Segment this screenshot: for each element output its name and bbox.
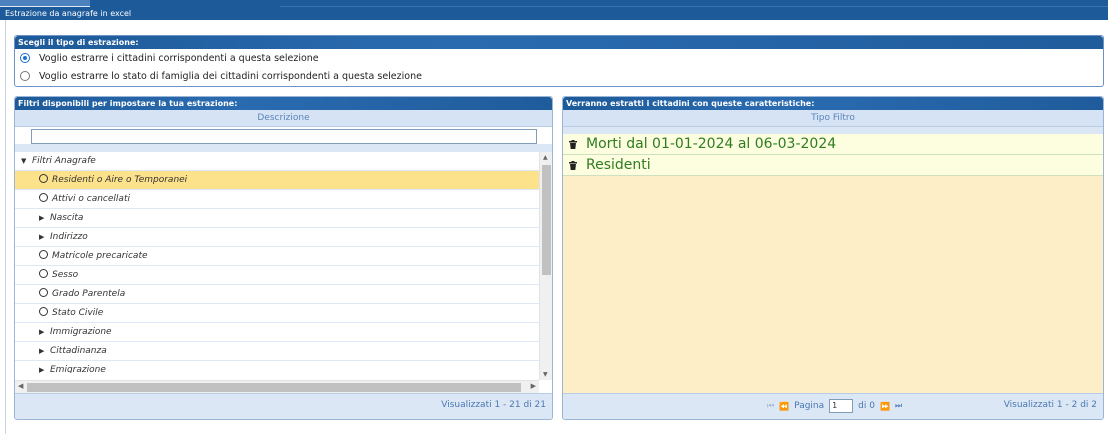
filters-tree: ▼ Filtri Anagrafe Residenti o Aire o Temp…	[15, 152, 552, 393]
caret-down-icon[interactable]: ▼	[21, 152, 29, 170]
selected-filter-label: Residenti	[586, 157, 651, 173]
horizontal-scroll-thumb[interactable]	[27, 383, 521, 392]
circle-icon	[39, 288, 48, 297]
tree-group-emigrazione[interactable]: ▶ Emigrazione	[15, 361, 539, 373]
left-border	[5, 20, 6, 434]
selected-filters-list: Morti dal 01-01-2024 al 06-03-2024 Resid…	[563, 134, 1103, 394]
extraction-type-header: Scegli il tipo di estrazione:	[15, 36, 1103, 49]
filter-row	[15, 127, 552, 144]
active-tab[interactable]	[0, 0, 90, 7]
extraction-option-family[interactable]: Voglio estrarre lo stato di famiglia dei…	[15, 67, 1103, 85]
page-of-label: di 0	[858, 401, 875, 411]
tree-item-matricole[interactable]: Matricole precaricate	[15, 247, 539, 266]
window-title: Estrazione da anagrafe in excel	[5, 9, 132, 18]
trash-icon[interactable]	[563, 139, 583, 149]
last-page-icon[interactable]: ⏭	[895, 401, 902, 411]
tipo-filtro-column-header[interactable]: Tipo Filtro	[563, 110, 1103, 127]
title-bar: Estrazione da anagrafe in excel	[0, 0, 1108, 20]
description-column-header[interactable]: Descrizione	[15, 110, 552, 127]
tree-label: Residenti o Aire o Temporanei	[52, 175, 188, 185]
caret-right-icon[interactable]: ▶	[39, 323, 47, 341]
caret-right-icon[interactable]: ▶	[39, 342, 47, 360]
next-page-icon[interactable]: ⏩	[880, 402, 890, 411]
tree-group-cittadinanza[interactable]: ▶ Cittadinanza	[15, 342, 539, 361]
scroll-left-icon[interactable]: ◀	[18, 382, 23, 390]
extraction-option-family-label: Voglio estrarre lo stato di famiglia dei…	[39, 70, 422, 82]
selected-filter-row[interactable]: Residenti	[563, 155, 1103, 176]
selected-filters-panel: Verranno estratti i cittadini con queste…	[562, 96, 1104, 420]
extraction-type-section: Scegli il tipo di estrazione: Voglio est…	[14, 35, 1104, 87]
tree-label: Matricole precaricate	[52, 251, 148, 261]
tree-label: Attivi o cancellati	[52, 194, 130, 204]
scroll-down-icon[interactable]: ▼	[543, 371, 548, 378]
vertical-scroll-thumb[interactable]	[542, 165, 551, 275]
circle-icon	[39, 193, 48, 202]
selected-filters-header: Verranno estratti i cittadini con queste…	[563, 97, 1103, 110]
tree-label: Stato Civile	[52, 308, 104, 318]
circle-icon	[39, 174, 48, 183]
tree-group-indirizzo[interactable]: ▶ Indirizzo	[15, 228, 539, 247]
tree-label: Nascita	[50, 213, 84, 223]
pager: ⏮ ⏪ Pagina 1 di 0 ⏩ ⏭	[767, 399, 902, 413]
left-footer: Visualizzati 1 - 21 di 21	[15, 393, 552, 419]
vertical-scrollbar[interactable]: ▲ ▼	[539, 152, 552, 380]
left-record-count: Visualizzati 1 - 21 di 21	[441, 400, 546, 410]
tree-item-residenti[interactable]: Residenti o Aire o Temporanei	[15, 171, 539, 190]
tree-label: Cittadinanza	[50, 346, 107, 356]
selected-filter-label: Morti dal 01-01-2024 al 06-03-2024	[586, 136, 837, 152]
radio-citizens[interactable]	[20, 53, 30, 63]
tree-label: Grado Parentela	[52, 289, 126, 299]
caret-right-icon[interactable]: ▶	[39, 209, 47, 227]
tree-list: ▼ Filtri Anagrafe Residenti o Aire o Temp…	[15, 152, 552, 373]
trash-icon[interactable]	[563, 160, 583, 170]
tree-item-stato-civile[interactable]: Stato Civile	[15, 304, 539, 323]
scroll-up-icon[interactable]: ▲	[543, 154, 548, 161]
available-filters-header: Filtri disponibili per impostare la tua …	[15, 97, 552, 110]
tree-label: Emigrazione	[50, 365, 106, 373]
scroll-right-icon[interactable]: ▶	[531, 382, 536, 390]
right-record-count: Visualizzati 1 - 2 di 2	[1003, 400, 1097, 410]
right-footer: ⏮ ⏪ Pagina 1 di 0 ⏩ ⏭ Visualizzati 1 - 2…	[563, 393, 1103, 419]
tree-item-grado-parentela[interactable]: Grado Parentela	[15, 285, 539, 304]
horizontal-scrollbar[interactable]: ◀ ▶	[15, 380, 539, 393]
circle-icon	[39, 307, 48, 316]
available-filters-panel: Filtri disponibili per impostare la tua …	[14, 96, 553, 420]
page-input[interactable]: 1	[829, 399, 854, 413]
extraction-option-citizens-label: Voglio estrarre i cittadini corrisponden…	[39, 52, 319, 64]
page-label: Pagina	[794, 401, 825, 411]
tree-label: Immigrazione	[50, 327, 112, 337]
tree-group-immigrazione[interactable]: ▶ Immigrazione	[15, 323, 539, 342]
tree-group-nascita[interactable]: ▶ Nascita	[15, 209, 539, 228]
caret-right-icon[interactable]: ▶	[39, 361, 47, 373]
selected-filter-row[interactable]: Morti dal 01-01-2024 al 06-03-2024	[563, 134, 1103, 155]
caret-right-icon[interactable]: ▶	[39, 228, 47, 246]
tree-group-filtri-anagrafe[interactable]: ▼ Filtri Anagrafe	[15, 152, 539, 171]
tree-label: Sesso	[52, 270, 79, 280]
tree-label: Indirizzo	[50, 232, 88, 242]
description-filter-input[interactable]	[31, 129, 537, 144]
prev-page-icon[interactable]: ⏪	[779, 402, 789, 411]
extraction-option-citizens[interactable]: Voglio estrarre i cittadini corrisponden…	[15, 49, 1103, 67]
first-page-icon[interactable]: ⏮	[767, 401, 774, 411]
tree-item-attivi[interactable]: Attivi o cancellati	[15, 190, 539, 209]
tree-item-sesso[interactable]: Sesso	[15, 266, 539, 285]
circle-icon	[39, 250, 48, 259]
tree-label: Filtri Anagrafe	[32, 156, 96, 166]
circle-icon	[39, 269, 48, 278]
tab-strip-line	[280, 6, 1108, 7]
radio-family[interactable]	[20, 71, 30, 81]
